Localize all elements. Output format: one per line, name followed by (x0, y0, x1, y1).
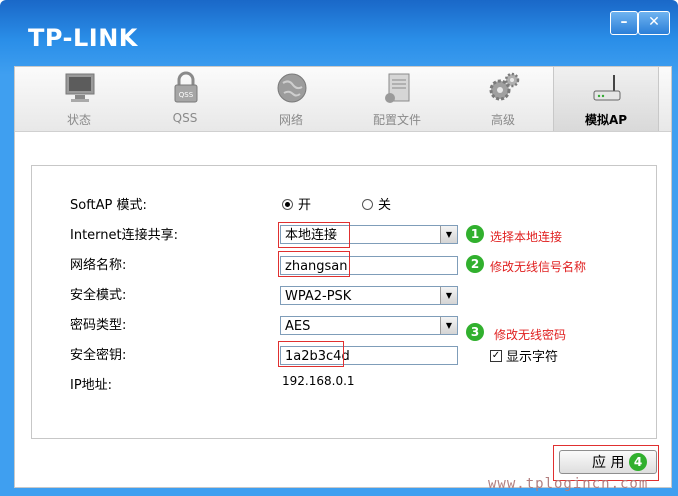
tab-label: 状态 (66, 113, 91, 127)
softap-on-label: 开 (298, 198, 312, 213)
tab-label: 高级 (490, 113, 515, 127)
minimize-button[interactable]: – (610, 11, 638, 35)
security-key-label: 安全密钥: (70, 348, 127, 363)
svg-text:QSS: QSS (179, 91, 194, 99)
gears-icon (489, 72, 520, 101)
tab-qss[interactable]: QSS QSS (133, 67, 237, 131)
cipher-type-select[interactable]: AES ▼ (280, 316, 458, 335)
watermark: www.tplogincn.com (488, 476, 649, 492)
lock-icon: QSS (174, 71, 198, 103)
step-badge-3: 3 (466, 323, 484, 341)
tab-profiles[interactable]: 配置文件 (345, 67, 449, 131)
tab-softap[interactable]: 模拟AP (553, 67, 659, 131)
app-window: TP-LINK – ✕ 状态 QSS QSS 网络 配置文件 高级 模拟AP S… (0, 0, 678, 496)
softap-off-radio[interactable] (362, 199, 373, 210)
security-mode-select[interactable]: WPA2-PSK ▼ (280, 286, 458, 305)
softap-mode-label: SoftAP 模式: (70, 198, 147, 213)
tab-label: 配置文件 (372, 113, 421, 127)
softap-settings-panel: SoftAP 模式: 开 关 Internet连接共享: 本地连接 ▼ 1 选择… (31, 165, 657, 439)
step-badge-2: 2 (466, 255, 484, 273)
step-badge-4: 4 (629, 453, 647, 471)
step-badge-1: 1 (466, 225, 484, 243)
tab-label: 模拟AP (584, 113, 628, 127)
internet-sharing-label: Internet连接共享: (70, 228, 178, 243)
tab-network[interactable]: 网络 (239, 67, 343, 131)
tab-advanced[interactable]: 高级 (451, 67, 555, 131)
client-area: 状态 QSS QSS 网络 配置文件 高级 模拟AP SoftAP 模式: 开 … (14, 66, 672, 488)
annotation-note-1: 选择本地连接 (490, 230, 563, 244)
annotation-note-3: 修改无线密码 (494, 328, 567, 342)
ip-address-label: IP地址: (70, 378, 113, 393)
security-mode-label: 安全模式: (70, 288, 127, 303)
security-mode-value: WPA2-PSK (285, 289, 352, 304)
document-icon (385, 73, 410, 103)
close-button[interactable]: ✕ (638, 11, 670, 35)
router-icon (593, 75, 621, 101)
show-chars-checkbox[interactable]: ✓ (490, 350, 502, 362)
tab-label: QSS (172, 111, 198, 125)
tab-label: 网络 (278, 113, 303, 127)
chevron-down-icon[interactable]: ▼ (440, 226, 457, 243)
show-chars-label: 显示字符 (506, 350, 559, 365)
apply-label: 应 用 (592, 455, 625, 471)
chevron-down-icon[interactable]: ▼ (440, 287, 457, 304)
globe-icon (277, 73, 307, 103)
ssid-label: 网络名称: (70, 258, 127, 273)
softap-off-label: 关 (378, 198, 392, 213)
cipher-type-value: AES (285, 319, 311, 334)
brand-logo: TP-LINK (28, 24, 138, 52)
ip-address-value: 192.168.0.1 (282, 374, 355, 388)
annotation-note-2: 修改无线信号名称 (490, 260, 587, 274)
highlight-box (278, 251, 350, 277)
tab-status[interactable]: 状态 (27, 67, 131, 131)
softap-on-radio[interactable] (282, 199, 293, 210)
chevron-down-icon[interactable]: ▼ (440, 317, 457, 334)
highlight-box (278, 222, 350, 248)
monitor-icon (65, 73, 95, 102)
highlight-box (278, 341, 344, 367)
tab-toolbar: 状态 QSS QSS 网络 配置文件 高级 模拟AP (15, 67, 671, 132)
cipher-type-label: 密码类型: (70, 318, 127, 333)
